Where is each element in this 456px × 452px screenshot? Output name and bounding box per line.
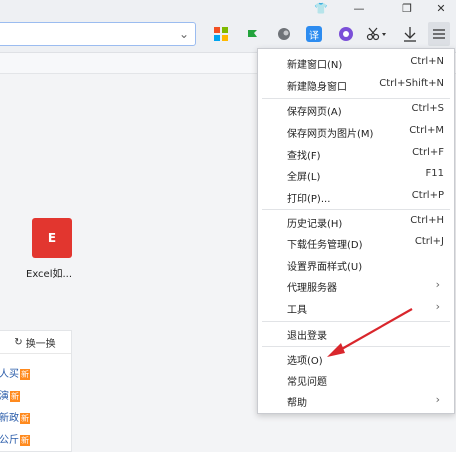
news-item-text[interactable]: 演 <box>0 391 9 402</box>
excel-shortcut-tile[interactable]: E <box>32 218 72 258</box>
menu-divider <box>262 209 450 210</box>
menu-item-label: 新建窗口(N) <box>287 60 343 71</box>
menu-item-label: 帮助 <box>287 398 307 409</box>
menu-print[interactable]: 打印(P)... Ctrl+P <box>258 187 454 207</box>
menu-item-label: 设置界面样式(U) <box>287 262 363 273</box>
menu-item-label: 保存网页(A) <box>287 107 342 118</box>
menu-save-as-image[interactable]: 保存网页为图片(M) Ctrl+M <box>258 122 454 142</box>
menu-item-label: 代理服务器 <box>287 283 337 294</box>
main-menu-button[interactable] <box>428 22 450 46</box>
chevron-right-icon: › <box>435 393 440 406</box>
apps-grid-icon[interactable] <box>213 26 229 42</box>
close-button[interactable]: ✕ <box>428 0 454 16</box>
menu-ui-style[interactable]: 设置界面样式(U) <box>258 255 454 275</box>
menu-item-label: 工具 <box>287 305 307 316</box>
menu-item-shortcut: Ctrl+S <box>411 103 444 114</box>
menu-divider <box>262 346 450 347</box>
new-badge: 新 <box>20 435 30 446</box>
menu-item-label: 打印(P)... <box>287 194 331 205</box>
translate-icon[interactable]: 译 <box>306 26 322 42</box>
menu-item-label: 新建隐身窗口 <box>287 82 347 93</box>
menu-history[interactable]: 历史记录(H) Ctrl+H <box>258 212 454 232</box>
menu-item-label: 查找(F) <box>287 151 321 162</box>
new-badge: 新 <box>10 391 20 402</box>
news-item-text[interactable]: 人买 <box>0 369 19 380</box>
menu-find[interactable]: 查找(F) Ctrl+F <box>258 144 454 164</box>
menu-item-label: 退出登录 <box>287 331 327 342</box>
menu-item-label: 常见问题 <box>287 377 327 388</box>
menu-item-label: 选项(O) <box>287 356 323 367</box>
menu-item-label: 保存网页为图片(M) <box>287 129 374 140</box>
title-bar: 👕 — ❐ ✕ <box>0 0 456 16</box>
menu-options[interactable]: 选项(O) <box>258 349 454 369</box>
menu-item-shortcut: Ctrl+J <box>414 236 444 247</box>
news-item-text[interactable]: 公斤 <box>0 435 19 446</box>
new-badge: 新 <box>20 413 30 424</box>
menu-downloads[interactable]: 下载任务管理(D) Ctrl+J <box>258 233 454 253</box>
extension-icon[interactable] <box>276 26 292 42</box>
menu-divider <box>262 98 450 99</box>
menu-help[interactable]: 帮助 › <box>258 391 454 411</box>
menu-item-shortcut: Ctrl+P <box>411 190 444 201</box>
news-item[interactable]: 人买新 <box>0 365 30 380</box>
shirt-icon[interactable]: 👕 <box>308 0 334 16</box>
chevron-right-icon: › <box>435 300 440 313</box>
refresh-label: 换一换 <box>25 338 56 350</box>
menu-item-shortcut: Ctrl+N <box>410 56 444 67</box>
menu-proxy[interactable]: 代理服务器 › <box>258 276 454 296</box>
menu-save-page[interactable]: 保存网页(A) Ctrl+S <box>258 100 454 120</box>
flag-icon[interactable] <box>244 26 260 42</box>
restore-button[interactable]: ❐ <box>394 0 420 16</box>
news-item[interactable]: 演新 <box>0 387 20 402</box>
scissors-icon[interactable] <box>366 26 388 42</box>
news-item[interactable]: 公斤新 <box>0 431 30 446</box>
menu-item-label: 下载任务管理(D) <box>287 240 363 251</box>
menu-logout[interactable]: 退出登录 <box>258 324 454 344</box>
menu-divider <box>262 321 450 322</box>
download-icon[interactable] <box>402 26 418 42</box>
new-badge: 新 <box>20 369 30 380</box>
refresh-button[interactable]: ↻ 换一换 <box>0 331 71 354</box>
menu-item-shortcut: Ctrl+Shift+N <box>379 78 444 89</box>
menu-fullscreen[interactable]: 全屏(L) F11 <box>258 165 454 185</box>
chevron-right-icon: › <box>435 278 440 291</box>
minimize-button[interactable]: — <box>346 0 372 16</box>
excel-shortcut-label[interactable]: Excel如... <box>26 265 72 280</box>
settings-flower-icon[interactable] <box>338 26 354 42</box>
refresh-icon: ↻ <box>14 336 23 348</box>
news-item-text[interactable]: 新政 <box>0 413 19 424</box>
main-dropdown-menu: 新建窗口(N) Ctrl+N 新建隐身窗口 Ctrl+Shift+N 保存网页(A)… <box>257 48 455 414</box>
menu-tools[interactable]: 工具 › <box>258 298 454 318</box>
menu-item-shortcut: F11 <box>425 168 444 179</box>
address-bar[interactable]: ⌄ <box>0 22 196 46</box>
menu-item-shortcut: Ctrl+F <box>412 147 444 158</box>
menu-faq[interactable]: 常见问题 <box>258 370 454 390</box>
news-item[interactable]: 新政新 <box>0 409 30 424</box>
menu-new-window[interactable]: 新建窗口(N) Ctrl+N <box>258 53 454 73</box>
menu-new-incognito[interactable]: 新建隐身窗口 Ctrl+Shift+N <box>258 75 454 95</box>
menu-item-shortcut: Ctrl+H <box>410 215 444 226</box>
menu-item-shortcut: Ctrl+M <box>409 125 444 136</box>
hot-news-card: ↻ 换一换 人买新 演新 新政新 公斤新 <box>0 330 72 452</box>
menu-item-label: 全屏(L) <box>287 172 321 183</box>
menu-item-label: 历史记录(H) <box>287 219 343 230</box>
chevron-down-icon[interactable]: ⌄ <box>179 27 189 41</box>
